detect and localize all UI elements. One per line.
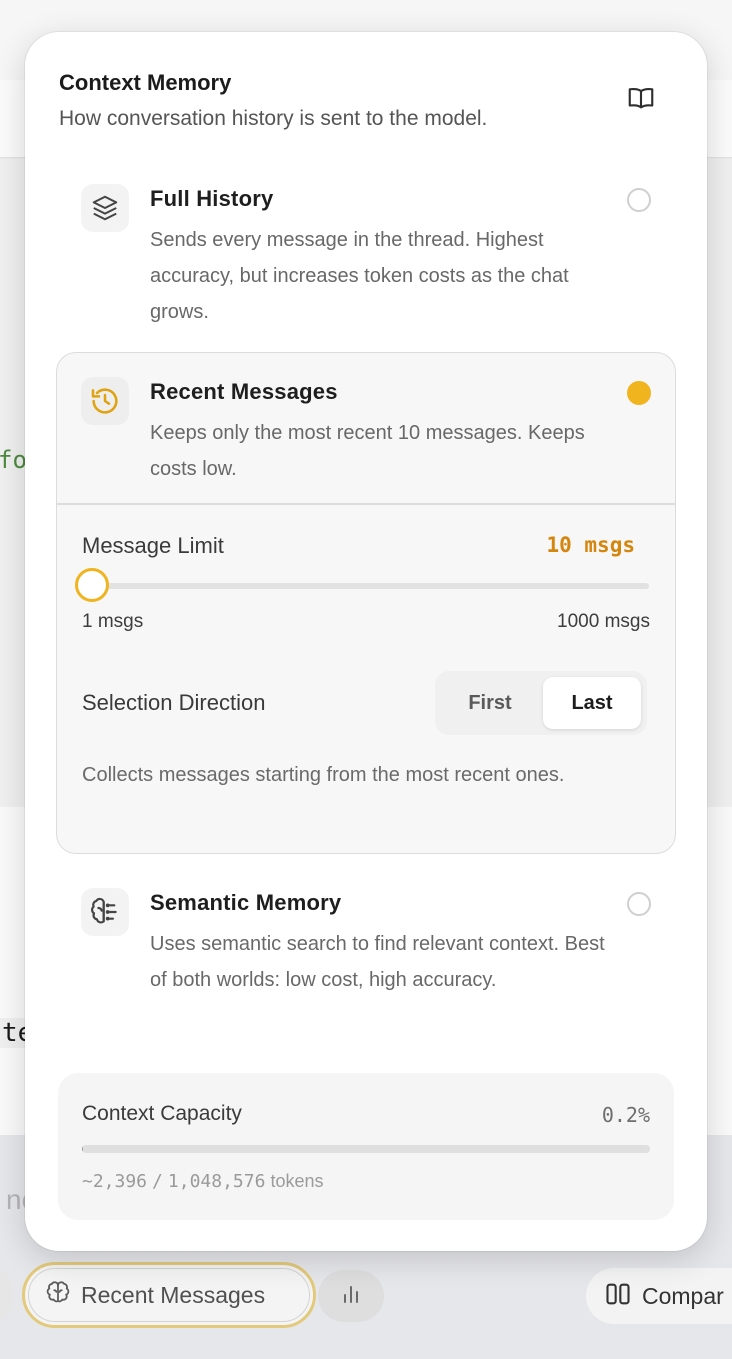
context-capacity-panel: Context Capacity 0.2% ~2,396 / 1,048,576… [58,1073,674,1220]
option-title: Recent Messages [150,379,338,404]
tokens-total: 1,048,576 [167,1171,266,1192]
brain-icon [45,1280,71,1311]
context-capacity-bar-fill [82,1145,84,1153]
tokens-separator: / [152,1171,163,1192]
memory-mode-button[interactable]: Recent Messages [22,1262,316,1328]
docs-button[interactable] [623,82,659,118]
popover-subtitle: How conversation history is sent to the … [59,107,488,130]
bar-chart-icon [339,1282,363,1311]
book-open-icon [626,83,656,118]
option-description: Uses semantic search to find relevant co… [150,933,605,991]
selection-direction-label: Selection Direction [82,690,266,715]
context-memory-popover: Context Memory How conversation history … [25,32,707,1251]
selection-direction-help: Collects messages starting from the most… [82,764,565,786]
slider-max-label: 1000 msgs [557,611,650,632]
option-title: Semantic Memory [150,890,342,915]
code-fragment: fo [0,446,27,474]
radio-full-history[interactable] [627,188,651,212]
message-limit-label: Message Limit [82,533,224,558]
context-capacity-percent: 0.2% [601,1103,650,1127]
slider-min-label: 1 msgs [82,611,144,632]
option-title: Full History [150,186,274,211]
option-semantic-memory[interactable]: Semantic Memory Uses semantic search to … [57,864,675,1044]
compare-button-label: Compar [642,1282,724,1309]
context-capacity-label: Context Capacity [82,1102,242,1125]
direction-last-button[interactable]: Last [543,677,641,729]
message-limit-value: 10 msgs [546,533,635,557]
compare-button[interactable]: Compar [586,1268,732,1324]
message-limit-slider-track[interactable] [87,583,649,589]
token-count: ~2,396 / 1,048,576 tokens [82,1171,324,1192]
columns-icon [604,1280,632,1313]
memory-mode-button-label: Recent Messages [81,1281,266,1308]
message-limit-slider-thumb[interactable] [75,568,110,602]
layers-icon [81,184,129,232]
context-capacity-bar [82,1145,650,1153]
radio-semantic-memory[interactable] [627,892,651,916]
radio-recent-messages[interactable] [627,381,651,405]
selection-direction-toggle: First Last [435,671,647,735]
option-recent-messages[interactable]: Recent Messages Keeps only the most rece… [56,352,676,854]
divider [57,503,675,505]
stats-button[interactable] [318,1270,384,1322]
direction-first-button[interactable]: First [441,677,539,729]
history-icon [81,377,129,425]
popover-title: Context Memory [59,70,232,95]
option-description: Sends every message in the thread. Highe… [150,229,569,323]
option-description: Keeps only the most recent 10 messages. … [150,422,585,480]
tokens-used: ~2,396 [82,1171,148,1192]
tokens-suffix: tokens [270,1171,324,1191]
brain-icon [81,888,129,936]
option-full-history[interactable]: Full History Sends every message in the … [57,160,675,340]
